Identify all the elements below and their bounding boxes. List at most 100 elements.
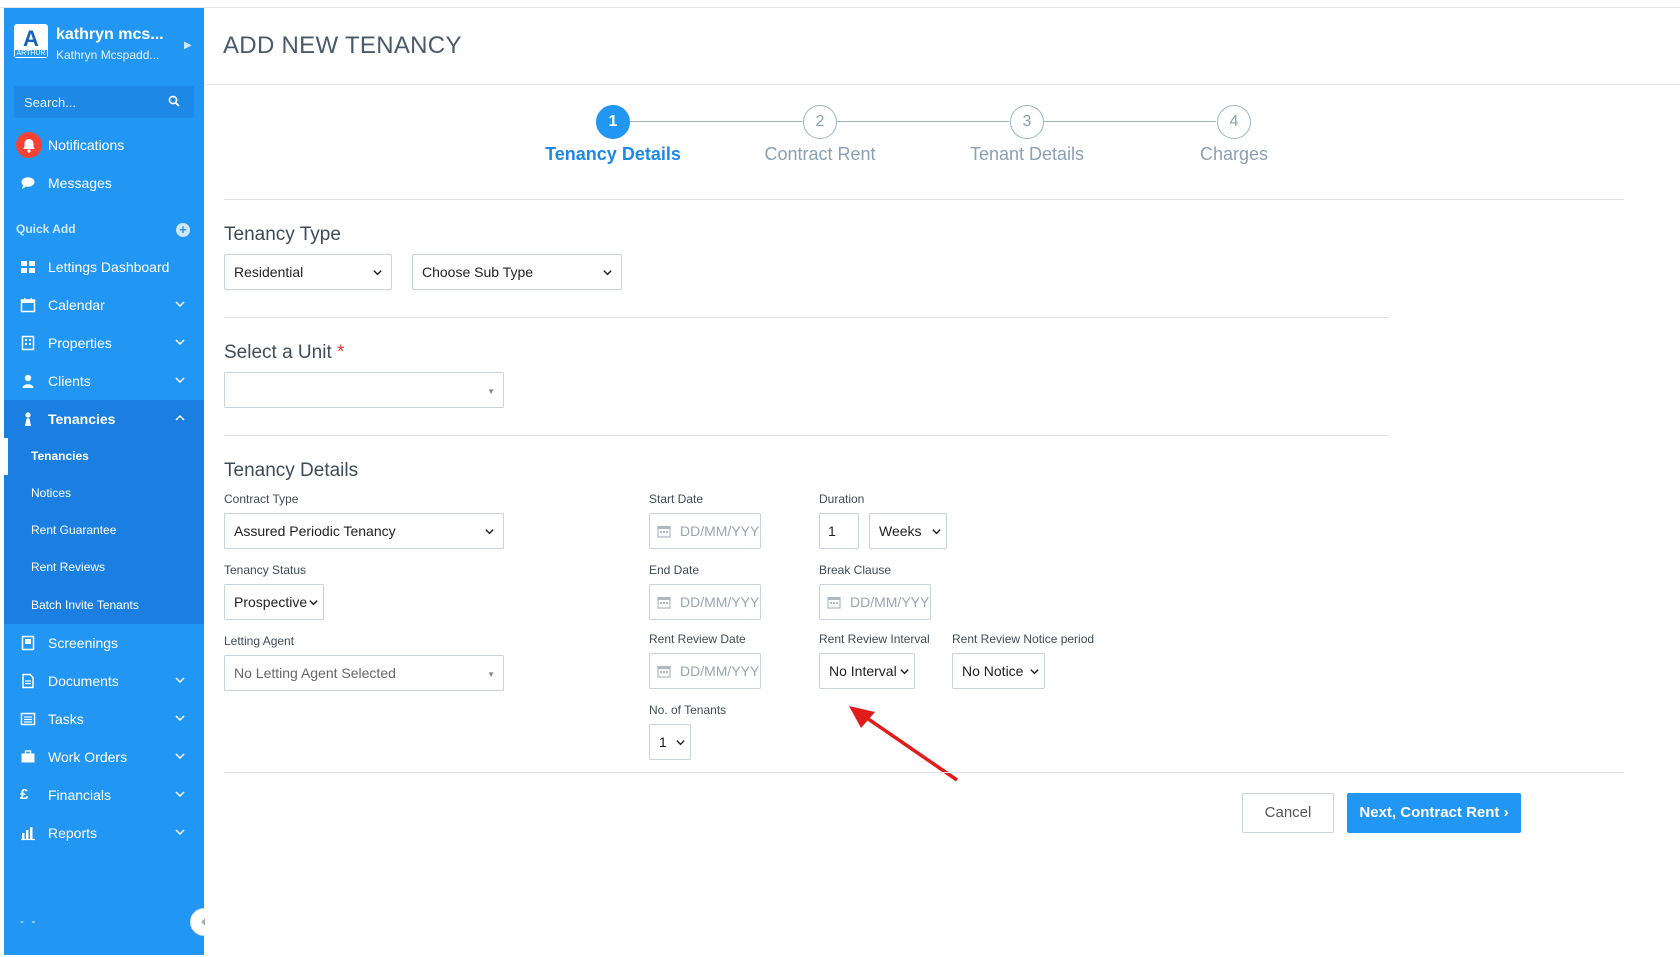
chevron-down-icon[interactable]	[174, 788, 186, 800]
sidebar-item-label: Properties	[48, 335, 112, 351]
step-3-label[interactable]: Tenant Details	[947, 144, 1107, 165]
break-clause-label: Break Clause	[819, 563, 892, 577]
select-value: Residential	[234, 264, 304, 280]
step-3-circle[interactable]: 3	[1010, 105, 1044, 139]
search-input[interactable]: Search...	[24, 95, 76, 110]
sidebar-item-label: Clients	[48, 373, 91, 389]
chevron-down-icon	[603, 270, 612, 276]
tasks-list-icon	[20, 712, 36, 726]
step-connector	[837, 121, 1009, 122]
sidebar-item-label: Reports	[48, 825, 98, 841]
chevron-down-icon[interactable]	[174, 826, 186, 838]
end-date-input[interactable]: DD/MM/YYYY	[649, 584, 761, 620]
sidebar-item-notifications[interactable]: Notifications	[4, 126, 204, 164]
sidebar-item-label: Tasks	[48, 711, 84, 727]
user-short-name: kathryn mcs...	[56, 26, 164, 43]
date-placeholder: DD/MM/YYYY	[680, 594, 761, 610]
briefcase-icon	[21, 750, 35, 763]
break-clause-input[interactable]: DD/MM/YYYY	[819, 584, 931, 620]
user-menu[interactable]: A ARTHUR kathryn mcs... Kathryn Mcspadd.…	[4, 22, 204, 72]
chevron-up-icon[interactable]	[174, 412, 186, 424]
select-value: Prospective	[234, 594, 308, 610]
next-contract-rent-button[interactable]: Next, Contract Rent ›	[1347, 793, 1521, 833]
start-date-label: Start Date	[649, 492, 704, 506]
letting-agent-select[interactable]: No Letting Agent Selected ▼	[224, 655, 504, 691]
contract-type-select[interactable]: Assured Periodic Tenancy	[224, 513, 504, 549]
calendar-icon	[20, 298, 36, 313]
sidebar-item-properties[interactable]: Properties	[4, 324, 204, 362]
calendar-icon	[827, 596, 841, 609]
sidebar-item-label: Tenancies	[48, 411, 116, 427]
sidebar-search[interactable]: Search...	[14, 86, 194, 118]
sidebar-item-lettings-dashboard[interactable]: Lettings Dashboard	[4, 248, 204, 286]
caret-down-icon: ▼	[487, 670, 495, 679]
sidebar-item-documents[interactable]: Documents	[4, 662, 204, 700]
cancel-button[interactable]: Cancel	[1242, 793, 1334, 833]
search-icon[interactable]	[168, 95, 180, 107]
tenancy-status-select[interactable]: Prospective	[224, 584, 324, 620]
step-2-circle[interactable]: 2	[803, 105, 837, 139]
duration-input[interactable]: 1	[819, 513, 859, 549]
sidebar-item-label: Documents	[48, 673, 119, 689]
step-1-circle[interactable]: 1	[596, 105, 630, 139]
rent-review-interval-select[interactable]: No Interval	[819, 653, 915, 689]
chevron-down-icon[interactable]	[174, 712, 186, 724]
sidebar-item-screenings[interactable]: Screenings	[4, 624, 204, 662]
select-value: No Letting Agent Selected	[234, 665, 396, 681]
sidebar-item-tenancies[interactable]: Tenancies	[4, 400, 204, 438]
chevron-down-icon	[485, 529, 494, 535]
sidebar-item-label: Screenings	[48, 635, 119, 651]
chevron-down-icon[interactable]	[174, 298, 186, 310]
calendar-icon	[657, 525, 671, 538]
sidebar-item-work-orders[interactable]: Work Orders	[4, 738, 204, 776]
step-4-circle[interactable]: 4	[1217, 105, 1251, 139]
section-divider	[224, 435, 1389, 436]
chevron-down-icon[interactable]	[174, 674, 186, 686]
tenancy-subtype-select[interactable]: Choose Sub Type	[412, 254, 622, 290]
duration-unit-select[interactable]: Weeks	[869, 513, 947, 549]
person-icon	[22, 374, 34, 388]
caret-down-icon: ▼	[487, 387, 495, 396]
rent-review-date-label: Rent Review Date	[649, 632, 746, 646]
brand-logo: A ARTHUR	[14, 24, 48, 58]
sidebar-item-clients[interactable]: Clients	[4, 362, 204, 400]
chevron-down-icon[interactable]	[174, 336, 186, 348]
submenu-item-batch-invite[interactable]: Batch Invite Tenants	[31, 598, 139, 612]
submenu-item-tenancies[interactable]: Tenancies	[31, 449, 89, 463]
chevron-right-icon[interactable]: ▶	[184, 40, 192, 51]
sidebar-item-tasks[interactable]: Tasks	[4, 700, 204, 738]
unit-select[interactable]: ▼	[224, 372, 504, 408]
tenancy-details-title: Tenancy Details	[224, 460, 359, 481]
rent-review-notice-select[interactable]: No Notice	[952, 653, 1045, 689]
sidebar-item-financials[interactable]: £ Financials	[4, 776, 204, 814]
select-value: No Notice	[962, 663, 1024, 679]
sidebar-item-reports[interactable]: Reports	[4, 814, 204, 852]
tenancy-type-select[interactable]: Residential	[224, 254, 392, 290]
submenu-item-notices[interactable]: Notices	[31, 486, 71, 500]
plus-icon[interactable]: +	[176, 223, 190, 237]
sidebar-item-calendar[interactable]: Calendar	[4, 286, 204, 324]
select-value: No Interval	[829, 663, 897, 679]
start-date-input[interactable]: DD/MM/YYYY	[649, 513, 761, 549]
chevron-down-icon[interactable]	[174, 374, 186, 386]
sidebar-item-messages[interactable]: Messages	[4, 164, 204, 202]
quick-add-label: Quick Add	[16, 222, 76, 236]
step-1-label[interactable]: Tenancy Details	[533, 144, 693, 165]
calendar-icon	[657, 665, 671, 678]
chevron-down-icon	[1030, 669, 1039, 675]
step-connector	[1044, 121, 1216, 122]
rent-review-date-input[interactable]: DD/MM/YYYY	[649, 653, 761, 689]
chevron-down-icon[interactable]	[174, 750, 186, 762]
step-2-label[interactable]: Contract Rent	[740, 144, 900, 165]
sidebar-item-label: Financials	[48, 787, 112, 803]
screening-icon	[21, 635, 35, 651]
logo-text: ARTHUR	[15, 50, 47, 57]
header-divider	[205, 84, 1680, 85]
pound-icon: £	[20, 786, 29, 803]
submenu-item-rent-guarantee[interactable]: Rent Guarantee	[31, 523, 116, 537]
step-4-label[interactable]: Charges	[1154, 144, 1314, 165]
submenu-item-rent-reviews[interactable]: Rent Reviews	[31, 560, 105, 574]
active-indicator	[4, 438, 8, 475]
no-of-tenants-select[interactable]: 1	[649, 724, 691, 760]
bell-icon	[16, 132, 42, 158]
